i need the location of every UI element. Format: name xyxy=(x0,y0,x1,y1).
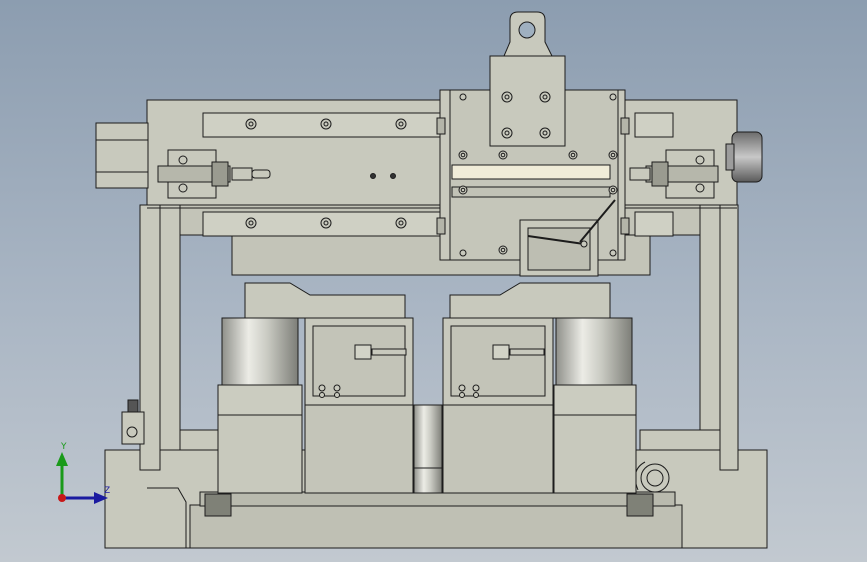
coordinate-triad xyxy=(56,452,108,504)
y-axis-arrowhead-icon xyxy=(56,452,68,466)
top-mounting-block[interactable] xyxy=(489,55,566,147)
right-gripper-block[interactable] xyxy=(442,317,554,494)
y-axis-label: Y xyxy=(61,442,67,452)
lifting-eye[interactable] xyxy=(503,11,553,57)
left-motor[interactable] xyxy=(217,317,303,494)
x-axis-dot-icon xyxy=(58,494,66,502)
right-motor[interactable] xyxy=(553,317,637,494)
right-clamp-jaw[interactable] xyxy=(449,282,611,319)
left-actuator-cylinder[interactable] xyxy=(95,122,149,189)
left-gripper-block[interactable] xyxy=(304,317,414,494)
left-clamp-jaw[interactable] xyxy=(244,282,406,319)
assembly-drawing[interactable] xyxy=(0,0,867,562)
z-axis-label: Z xyxy=(104,486,111,496)
center-workpiece[interactable] xyxy=(413,404,443,494)
cad-viewport[interactable]: Y Z xyxy=(0,0,867,562)
